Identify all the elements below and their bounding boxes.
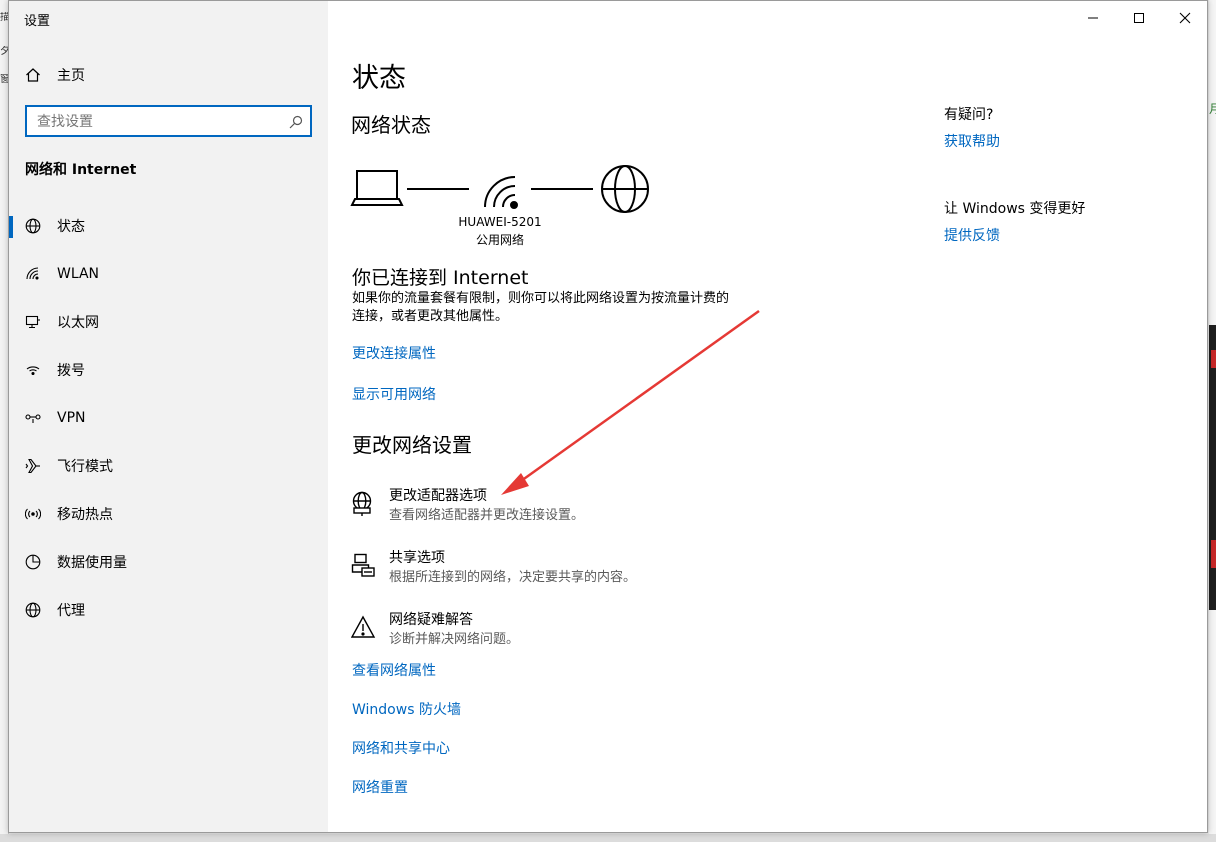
windows-firewall-link[interactable]: Windows 防火墙 — [352, 699, 461, 719]
option-description: 根据所连接到的网络，决定要共享的内容。 — [389, 570, 637, 585]
close-button[interactable] — [1162, 1, 1208, 35]
sidebar-item-ethernet[interactable]: 以太网 — [9, 302, 328, 342]
feedback-link[interactable]: 提供反馈 — [944, 225, 1000, 245]
window-title: 设置 — [24, 14, 51, 29]
sidebar-item-dialup[interactable]: 拨号 — [9, 350, 328, 390]
network-diagram — [350, 165, 649, 213]
change-network-settings-heading: 更改网络设置 — [352, 433, 472, 457]
sidebar-item-proxy[interactable]: 代理 — [9, 590, 328, 630]
network-reset-link[interactable]: 网络重置 — [352, 777, 408, 797]
wifi-signal-icon — [484, 176, 518, 209]
option-title: 更改适配器选项 — [389, 488, 487, 504]
improve-windows-text: 让 Windows 变得更好 — [944, 201, 1086, 217]
sidebar-item-label: 数据使用量 — [57, 555, 127, 571]
option-description: 查看网络适配器并更改连接设置。 — [389, 508, 585, 523]
background-red-mark — [1211, 540, 1216, 568]
connected-heading: 你已连接到 Internet — [352, 267, 529, 289]
airplane-icon — [24, 457, 42, 475]
sharing-icon — [351, 553, 377, 579]
sidebar-item-label: 飞行模式 — [57, 459, 113, 475]
sidebar-item-wlan[interactable]: WLAN — [9, 254, 328, 294]
home-icon — [24, 66, 42, 84]
change-connection-properties-link[interactable]: 更改连接属性 — [352, 343, 436, 363]
minimize-button[interactable] — [1070, 1, 1116, 35]
vpn-icon — [24, 409, 42, 427]
sidebar-item-status[interactable]: 状态 — [9, 206, 328, 246]
sidebar-item-vpn[interactable]: VPN — [9, 398, 328, 438]
background-red-mark — [1211, 350, 1216, 368]
sidebar-item-label: 移动热点 — [57, 507, 113, 523]
globe-icon — [24, 601, 42, 619]
settings-window: 设置 主页 网络和 Internet 状态 WLAN — [8, 0, 1208, 833]
search-input[interactable] — [35, 112, 279, 132]
close-icon — [1179, 12, 1191, 24]
sidebar-item-hotspot[interactable]: 移动热点 — [9, 494, 328, 534]
troubleshoot-item[interactable]: 网络疑难解答 诊断并解决网络问题。 — [350, 609, 771, 653]
warning-icon — [350, 615, 377, 641]
sidebar-item-data-usage[interactable]: 数据使用量 — [9, 542, 328, 582]
help-question: 有疑问? — [944, 107, 994, 123]
sidebar-item-label: 代理 — [57, 603, 85, 619]
sidebar-item-label: 以太网 — [57, 315, 99, 331]
get-help-link[interactable]: 获取帮助 — [944, 131, 1000, 151]
adapter-icon — [351, 491, 377, 517]
hotspot-icon — [24, 505, 42, 523]
background-fragment: 描 — [0, 12, 8, 23]
sidebar: 设置 主页 网络和 Internet 状态 WLAN — [9, 1, 328, 832]
maximize-button[interactable] — [1116, 1, 1162, 35]
wifi-icon — [24, 265, 42, 283]
ethernet-icon — [24, 313, 42, 331]
page-title: 状态 — [352, 63, 406, 94]
network-sharing-center-link[interactable]: 网络和共享中心 — [352, 738, 450, 758]
network-name: HUAWEI-5201 — [458, 215, 542, 229]
sidebar-home[interactable]: 主页 — [9, 55, 328, 95]
background-fragment: 月 — [1209, 102, 1216, 116]
search-icon — [289, 114, 303, 129]
sharing-options-item[interactable]: 共享选项 根据所连接到的网络，决定要共享的内容。 — [351, 547, 771, 591]
network-status-heading: 网络状态 — [351, 113, 431, 137]
background-fragment: 夕 — [0, 46, 8, 57]
internet-globe-icon — [601, 165, 649, 213]
sidebar-section-title: 网络和 Internet — [25, 162, 137, 178]
annotation-arrow — [501, 309, 760, 495]
background-fragment: 窗 — [0, 74, 8, 85]
show-available-networks-link[interactable]: 显示可用网络 — [352, 384, 436, 404]
sidebar-item-airplane[interactable]: 飞行模式 — [9, 446, 328, 486]
minimize-icon — [1088, 17, 1098, 19]
maximize-icon — [1134, 13, 1144, 23]
option-title: 网络疑难解答 — [389, 612, 473, 628]
sidebar-item-label: WLAN — [57, 266, 100, 282]
globe-icon — [24, 217, 42, 235]
sidebar-home-label: 主页 — [57, 68, 85, 84]
background-window-right: 月 — [1209, 0, 1216, 842]
connected-desc-line2: 连接，或者更改其他属性。 — [352, 309, 509, 324]
view-network-properties-link[interactable]: 查看网络属性 — [352, 660, 436, 680]
data-usage-icon — [24, 553, 42, 571]
sidebar-item-label: VPN — [57, 410, 86, 426]
option-title: 共享选项 — [389, 550, 445, 566]
option-description: 诊断并解决网络问题。 — [389, 632, 520, 647]
dialup-icon — [24, 361, 42, 379]
laptop-icon — [350, 170, 404, 206]
sidebar-item-label: 状态 — [57, 219, 85, 235]
sidebar-item-label: 拨号 — [57, 363, 85, 379]
network-type: 公用网络 — [475, 233, 524, 247]
search-box[interactable] — [25, 105, 312, 137]
background-bottom-strip — [0, 834, 1216, 842]
active-indicator — [9, 216, 13, 238]
